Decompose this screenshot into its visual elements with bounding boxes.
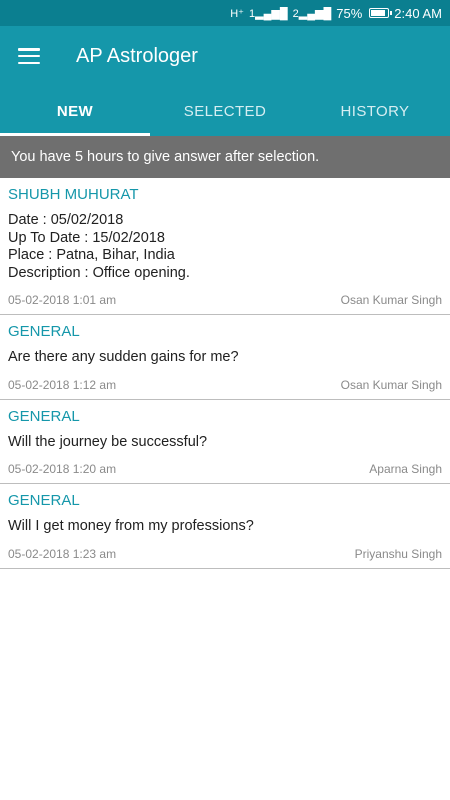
tab-new[interactable]: NEW [0, 86, 150, 136]
item-question: Will the journey be successful? [8, 433, 208, 450]
sim1-signal-icon: 1▂▄▆█ [248, 7, 288, 20]
item-category: GENERAL [8, 492, 80, 509]
item-details: Date : 05/02/2018 Up To Date : 15/02/201… [8, 212, 442, 282]
item-user: Priyanshu Singh [354, 546, 442, 561]
sim2-label: 2 [292, 7, 299, 20]
battery-fill [371, 10, 385, 16]
item-meta: 05-02-2018 1:23 am Priyanshu Singh [8, 547, 442, 561]
item-date-line: Date : 05/02/2018 [8, 212, 124, 228]
item-meta: 05-02-2018 1:20 am Aparna Singh [8, 462, 442, 476]
item-question: Will I get money from my professions? [8, 518, 254, 534]
tab-bar: NEW SELECTED HISTORY [0, 86, 450, 136]
clock: 2:40 AM [394, 5, 442, 21]
item-place-line: Place : Patna, Bihar, India [8, 247, 175, 263]
item-timestamp: 05-02-2018 1:20 am [8, 462, 117, 476]
item-timestamp: 05-02-2018 1:12 am [8, 377, 117, 392]
list-item[interactable]: GENERAL Are there any sudden gains for m… [0, 315, 450, 400]
item-meta: 05-02-2018 1:12 am Osan Kumar Singh [8, 378, 442, 392]
tab-history[interactable]: HISTORY [300, 86, 450, 136]
item-meta: 05-02-2018 1:01 am Osan Kumar Singh [8, 293, 442, 307]
item-question: Are there any sudden gains for me? [8, 349, 239, 365]
network-type-indicator: H⁺ [230, 7, 244, 20]
notice-banner: You have 5 hours to give answer after se… [0, 136, 450, 178]
item-timestamp: 05-02-2018 1:01 am [8, 293, 117, 307]
status-bar: H⁺ 1▂▄▆█ 2▂▄▆█ 75% 2:40 AM [0, 0, 450, 26]
item-timestamp: 05-02-2018 1:23 am [8, 546, 117, 561]
sim1-label: 1 [248, 7, 256, 20]
app-title: AP Astrologer [76, 44, 198, 67]
item-user: Osan Kumar Singh [340, 293, 442, 307]
list-item[interactable]: GENERAL Will the journey be successful? … [0, 400, 450, 484]
item-up-to-date-line: Up To Date : 15/02/2018 [8, 229, 165, 246]
item-user: Osan Kumar Singh [340, 377, 442, 392]
item-category: GENERAL [8, 323, 80, 340]
question-list: SHUBH MUHURAT Date : 05/02/2018 Up To Da… [0, 178, 450, 569]
battery-percent: 75% [336, 5, 363, 21]
item-category: GENERAL [8, 407, 80, 425]
tab-selected[interactable]: SELECTED [150, 86, 300, 136]
list-item[interactable]: SHUBH MUHURAT Date : 05/02/2018 Up To Da… [0, 178, 450, 315]
item-category: SHUBH MUHURAT [8, 186, 139, 203]
item-description-line: Description : Office opening. [8, 264, 190, 281]
item-user: Aparna Singh [369, 462, 442, 476]
sim2-signal-icon: 2▂▄▆█ [292, 7, 332, 20]
hamburger-menu-icon[interactable] [18, 48, 40, 64]
app-bar: AP Astrologer [0, 26, 450, 86]
list-item[interactable]: GENERAL Will I get money from my profess… [0, 484, 450, 569]
battery-icon [369, 8, 393, 18]
